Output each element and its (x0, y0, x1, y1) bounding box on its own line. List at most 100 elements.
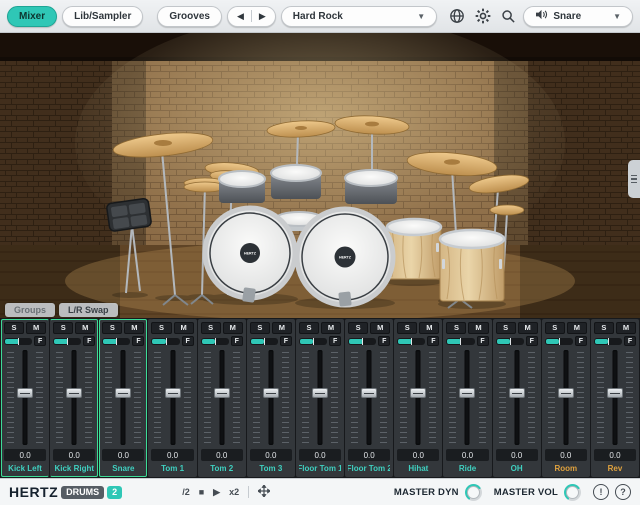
channel-name[interactable]: OH (496, 463, 538, 474)
master-vol-knob[interactable] (564, 484, 581, 501)
web-button[interactable] (447, 6, 467, 27)
play-button[interactable]: ▶ (213, 488, 220, 497)
fx-button[interactable]: F (477, 336, 489, 346)
fx-button[interactable]: F (83, 336, 95, 346)
fader-handle[interactable] (361, 388, 377, 398)
solo-button[interactable]: S (250, 322, 270, 334)
instrument-dropdown[interactable]: Snare ▼ (523, 6, 633, 27)
channel-name[interactable]: Snare (102, 463, 144, 474)
fader-handle[interactable] (17, 388, 33, 398)
settings-button[interactable] (473, 6, 493, 27)
previous-preset-button[interactable]: ◀ (233, 12, 248, 21)
fx-button[interactable]: F (329, 336, 341, 346)
fx-button[interactable]: F (34, 336, 46, 346)
fader-handle[interactable] (312, 388, 328, 398)
fx-button[interactable]: F (280, 336, 292, 346)
volume-fader[interactable] (446, 348, 488, 447)
info-button[interactable]: ! (593, 484, 609, 500)
fader-handle[interactable] (165, 388, 181, 398)
mixer-tab-button[interactable]: Mixer (7, 6, 57, 27)
pan-slider[interactable] (594, 338, 622, 345)
volume-fader[interactable] (4, 348, 46, 447)
fx-button[interactable]: F (182, 336, 194, 346)
mute-button[interactable]: M (272, 322, 292, 334)
channel-name[interactable]: Tom 2 (201, 463, 243, 474)
fx-button[interactable]: F (624, 336, 636, 346)
mute-button[interactable]: M (468, 322, 488, 334)
double-time-button[interactable]: x2 (229, 488, 239, 497)
fx-button[interactable]: F (378, 336, 390, 346)
channel-name[interactable]: Floor Tom 2 (348, 463, 390, 474)
mute-button[interactable]: M (567, 322, 587, 334)
volume-fader[interactable] (250, 348, 292, 447)
fader-handle[interactable] (459, 388, 475, 398)
solo-button[interactable]: S (446, 322, 466, 334)
channel-name[interactable]: Room (545, 463, 587, 474)
half-time-button[interactable]: /2 (182, 488, 190, 497)
fx-button[interactable]: F (575, 336, 587, 346)
pan-slider[interactable] (151, 338, 179, 345)
volume-fader[interactable] (151, 348, 193, 447)
pan-slider[interactable] (4, 338, 32, 345)
lib-sampler-tab-button[interactable]: Lib/Sampler (62, 6, 143, 27)
fader-handle[interactable] (509, 388, 525, 398)
mute-button[interactable]: M (174, 322, 194, 334)
mute-button[interactable]: M (223, 322, 243, 334)
channel-name[interactable]: Tom 1 (151, 463, 193, 474)
solo-button[interactable]: S (102, 322, 122, 334)
solo-button[interactable]: S (4, 322, 24, 334)
fx-button[interactable]: F (132, 336, 144, 346)
volume-fader[interactable] (102, 348, 144, 447)
pan-slider[interactable] (250, 338, 278, 345)
mute-button[interactable]: M (26, 322, 46, 334)
drum-kit-view[interactable]: HERTZ HERTZ Groups (0, 33, 640, 318)
mute-button[interactable]: M (75, 322, 95, 334)
volume-fader[interactable] (545, 348, 587, 447)
mute-button[interactable]: M (321, 322, 341, 334)
fader-handle[interactable] (214, 388, 230, 398)
pan-slider[interactable] (102, 338, 130, 345)
preset-dropdown[interactable]: Hard Rock ▼ (281, 6, 437, 27)
pan-slider[interactable] (348, 338, 376, 345)
fx-button[interactable]: F (526, 336, 538, 346)
mute-button[interactable]: M (518, 322, 538, 334)
pan-slider[interactable] (397, 338, 425, 345)
fader-handle[interactable] (558, 388, 574, 398)
channel-name[interactable]: Kick Left (4, 463, 46, 474)
search-button[interactable] (498, 6, 518, 27)
mute-button[interactable]: M (616, 322, 636, 334)
solo-button[interactable]: S (299, 322, 319, 334)
fader-handle[interactable] (115, 388, 131, 398)
solo-button[interactable]: S (496, 322, 516, 334)
pan-slider[interactable] (545, 338, 573, 345)
channel-name[interactable]: Floor Tom 1 (299, 463, 341, 474)
channel-name[interactable]: Hihat (397, 463, 439, 474)
groups-button[interactable]: Groups (5, 303, 55, 317)
solo-button[interactable]: S (594, 322, 614, 334)
grooves-button[interactable]: Grooves (157, 6, 222, 27)
pan-slider[interactable] (53, 338, 81, 345)
solo-button[interactable]: S (348, 322, 368, 334)
lr-swap-button[interactable]: L/R Swap (59, 303, 118, 317)
stop-button[interactable]: ■ (199, 488, 204, 497)
mute-button[interactable]: M (370, 322, 390, 334)
fader-handle[interactable] (66, 388, 82, 398)
solo-button[interactable]: S (397, 322, 417, 334)
fader-handle[interactable] (263, 388, 279, 398)
volume-fader[interactable] (201, 348, 243, 447)
solo-button[interactable]: S (201, 322, 221, 334)
move-resize-button[interactable] (258, 485, 270, 499)
channel-name[interactable]: Rev (594, 463, 636, 474)
pan-slider[interactable] (446, 338, 474, 345)
volume-fader[interactable] (397, 348, 439, 447)
help-button[interactable]: ? (615, 484, 631, 500)
volume-fader[interactable] (299, 348, 341, 447)
solo-button[interactable]: S (151, 322, 171, 334)
channel-name[interactable]: Tom 3 (250, 463, 292, 474)
solo-button[interactable]: S (545, 322, 565, 334)
fx-button[interactable]: F (231, 336, 243, 346)
volume-fader[interactable] (594, 348, 636, 447)
channel-name[interactable]: Kick Right (53, 463, 95, 474)
master-dyn-knob[interactable] (465, 484, 482, 501)
pan-slider[interactable] (201, 338, 229, 345)
